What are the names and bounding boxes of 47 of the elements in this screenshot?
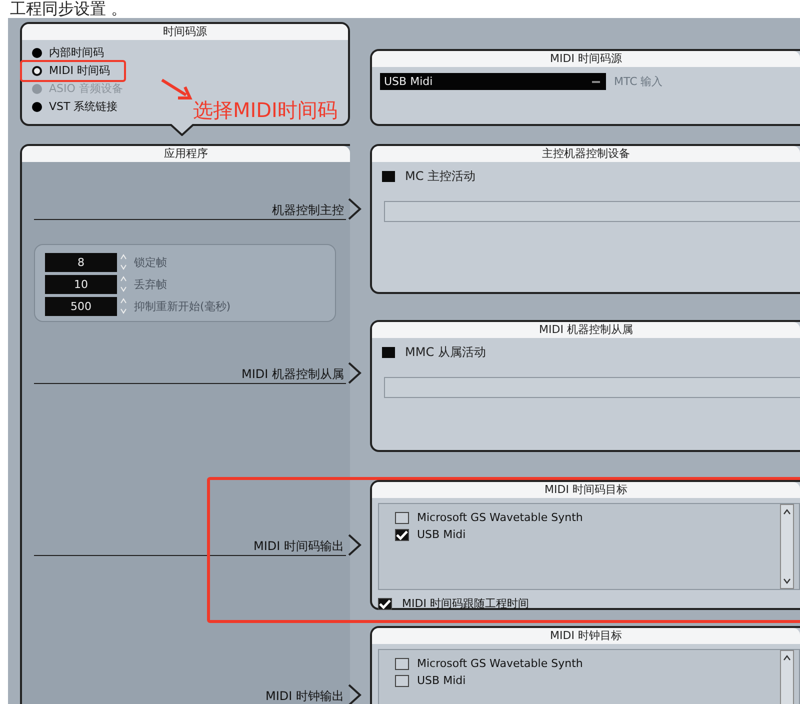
- checkbox[interactable]: [395, 528, 409, 540]
- checkbox-option[interactable]: MIDI 时间码跟随工程时间: [372, 590, 618, 611]
- output-label: 机器控制主控: [34, 201, 346, 220]
- caption-text: 工程同步设置 。: [9, 0, 128, 18]
- field-label: 锁定帧: [134, 254, 167, 270]
- scrollbar[interactable]: [780, 504, 794, 589]
- radio-button[interactable]: [32, 66, 42, 76]
- checkbox[interactable]: [395, 512, 409, 524]
- scroll-down-icon[interactable]: [782, 577, 792, 585]
- radio-option[interactable]: 内部时间码: [32, 44, 104, 62]
- output-label: MIDI 时钟输出: [34, 687, 346, 704]
- radio-button[interactable]: [32, 102, 42, 112]
- checkbox[interactable]: [395, 658, 409, 670]
- scroll-up-icon[interactable]: [782, 654, 792, 662]
- radio-option[interactable]: VST 系统链接: [32, 98, 118, 116]
- panel-title: 主控机器控制设备: [372, 146, 800, 162]
- panel-title: 时间码源: [22, 24, 348, 40]
- device-item[interactable]: USB Midi: [395, 526, 780, 543]
- output-label: MIDI 时间码输出: [34, 537, 346, 556]
- device-item[interactable]: Microsoft GS Wavetable Synth: [395, 655, 780, 672]
- checkbox[interactable]: [395, 674, 409, 686]
- panel-title: MIDI 机器控制从属: [372, 322, 800, 338]
- number-field[interactable]: 500: [45, 296, 117, 316]
- field-label: MTC 输入: [614, 74, 663, 89]
- caret-icon: [592, 80, 600, 84]
- panel-title: 应用程序: [22, 146, 350, 162]
- panel-title: MIDI 时间码源: [372, 51, 800, 67]
- field-label: 丢弃帧: [134, 276, 167, 292]
- device-item[interactable]: Microsoft GS Wavetable Synth: [395, 509, 780, 526]
- panel-title: MIDI 时钟目标: [372, 628, 800, 644]
- toggle-button[interactable]: MMC 从属活动: [372, 338, 542, 361]
- device-dropdown[interactable]: USB Midi: [380, 73, 606, 90]
- scroll-up-icon[interactable]: [782, 508, 792, 516]
- number-field[interactable]: 10: [45, 274, 117, 294]
- output-label: MIDI 机器控制从属: [34, 365, 346, 384]
- toggle-button[interactable]: MC 主控活动: [372, 162, 542, 185]
- panel-title: MIDI 时间码目标: [372, 482, 800, 498]
- input-field[interactable]: [384, 201, 800, 222]
- number-field[interactable]: 8: [45, 252, 117, 272]
- field-label: 抑制重新开始(毫秒): [134, 298, 231, 314]
- annotation-text: 选择MIDI时间码: [193, 98, 338, 122]
- input-field[interactable]: [384, 377, 800, 398]
- radio-option[interactable]: MIDI 时间码: [32, 62, 110, 80]
- radio-button[interactable]: [32, 48, 42, 58]
- annotation-arrow: [160, 78, 194, 102]
- device-item[interactable]: USB Midi: [395, 672, 780, 689]
- checkbox[interactable]: [378, 598, 392, 610]
